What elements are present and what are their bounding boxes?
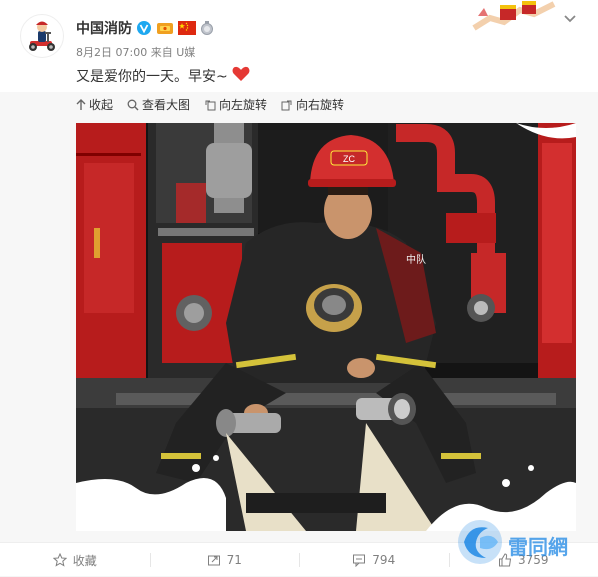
rotate-right-label: 向右旋转 [296, 96, 344, 113]
comment-button[interactable]: 794 [299, 543, 449, 577]
repost-count: 71 [227, 553, 242, 567]
username-row: 中国消防 [76, 18, 214, 38]
chest-text: 中队 [406, 253, 426, 266]
view-large-label: 查看大图 [142, 96, 190, 113]
helmet-text: ZC [343, 154, 355, 164]
favorite-label: 收藏 [73, 552, 97, 569]
great-wall-decoration [470, 0, 560, 34]
comment-icon [352, 553, 366, 567]
member-badge-icon[interactable] [156, 20, 174, 36]
rotate-left-label: 向左旋转 [219, 96, 267, 113]
china-flag-icon[interactable] [178, 20, 196, 36]
avatar[interactable] [20, 14, 64, 58]
collapse-button[interactable]: 收起 [76, 96, 113, 113]
watermark: 雷同網 [452, 518, 592, 568]
chevron-down-icon[interactable] [562, 10, 578, 26]
verified-v-icon[interactable] [136, 20, 152, 36]
post-header: 中国消防 [0, 0, 598, 90]
media-panel: 收起 查看大图 向左旋转 向右旋转 [0, 92, 598, 542]
rotate-right-icon [281, 99, 293, 111]
collapse-label: 收起 [89, 96, 113, 113]
view-large-button[interactable]: 查看大图 [127, 96, 190, 113]
media-toolbar: 收起 查看大图 向左旋转 向右旋转 [76, 96, 344, 113]
watermark-text: 雷同網 [508, 535, 568, 559]
repost-icon [207, 553, 221, 567]
arrow-up-icon [76, 99, 86, 111]
post-meta: 8月2日 07:00 来自 U媒 [76, 44, 195, 60]
star-icon [53, 553, 67, 567]
comment-count: 794 [372, 553, 395, 567]
rotate-left-icon [204, 99, 216, 111]
favorite-button[interactable]: 收藏 [0, 543, 150, 577]
rotate-left-button[interactable]: 向左旋转 [204, 96, 267, 113]
post-photo[interactable]: ZC 中队 [76, 123, 576, 531]
weibo-post-card: 中国消防 [0, 0, 598, 576]
post-time[interactable]: 8月2日 07:00 [76, 46, 147, 59]
rotate-right-button[interactable]: 向右旋转 [281, 96, 344, 113]
post-content: 又是爱你的一天。早安~ [76, 66, 250, 86]
medal-icon[interactable] [200, 20, 214, 36]
post-text: 又是爱你的一天。早安~ [76, 66, 228, 86]
post-source[interactable]: 来自 U媒 [151, 46, 196, 59]
magnify-icon [127, 99, 139, 111]
repost-button[interactable]: 71 [150, 543, 300, 577]
heart-icon [232, 66, 250, 86]
username[interactable]: 中国消防 [76, 18, 132, 38]
